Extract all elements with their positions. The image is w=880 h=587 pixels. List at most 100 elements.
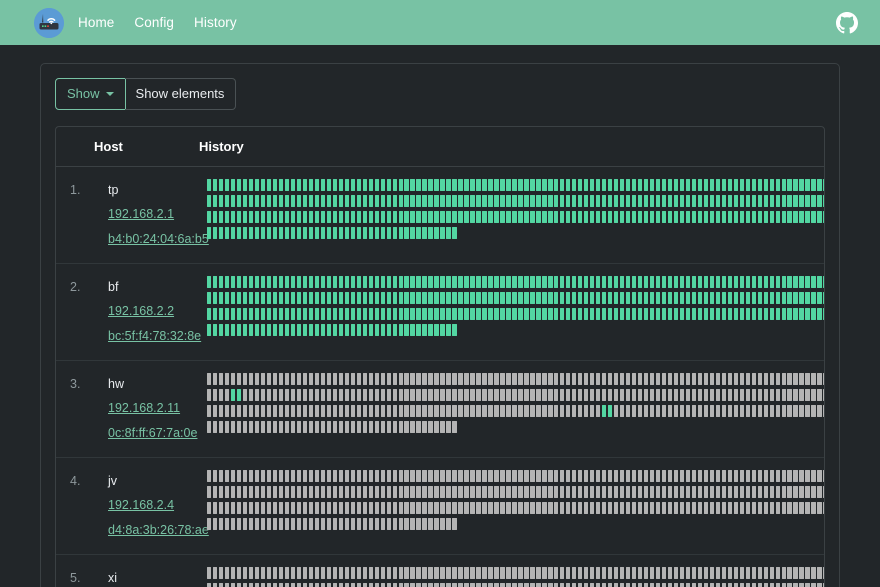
history-block-down[interactable] <box>374 486 379 498</box>
history-block-down[interactable] <box>715 373 721 385</box>
history-block-up[interactable] <box>350 292 356 304</box>
history-block-up[interactable] <box>667 276 673 288</box>
history-block-up[interactable] <box>566 308 571 320</box>
history-block-down[interactable] <box>530 373 535 385</box>
history-block-up[interactable] <box>242 276 248 288</box>
history-block-down[interactable] <box>278 405 284 417</box>
history-block-down[interactable] <box>410 567 415 579</box>
history-block-down[interactable] <box>494 583 499 587</box>
history-block-up[interactable] <box>398 179 403 191</box>
history-block-down[interactable] <box>667 567 673 579</box>
history-block-up[interactable] <box>578 292 583 304</box>
history-block-up[interactable] <box>368 276 373 288</box>
history-block-up[interactable] <box>745 195 750 207</box>
history-block-down[interactable] <box>524 405 529 417</box>
history-block-up[interactable] <box>410 324 415 336</box>
history-block-down[interactable] <box>260 567 266 579</box>
history-block-up[interactable] <box>482 308 487 320</box>
history-block-up[interactable] <box>380 227 385 239</box>
history-block-down[interactable] <box>260 421 266 433</box>
history-block-down[interactable] <box>613 567 619 579</box>
history-block-up[interactable] <box>494 308 499 320</box>
history-block-down[interactable] <box>422 389 427 401</box>
history-block-up[interactable] <box>631 292 637 304</box>
history-block-down[interactable] <box>667 373 673 385</box>
history-block-down[interactable] <box>218 518 224 530</box>
history-block-up[interactable] <box>290 308 296 320</box>
history-block-up[interactable] <box>236 276 242 288</box>
history-block-up[interactable] <box>727 179 733 191</box>
history-block-down[interactable] <box>613 486 619 498</box>
history-block-up[interactable] <box>350 324 356 336</box>
history-block-up[interactable] <box>380 324 385 336</box>
history-block-down[interactable] <box>404 373 409 385</box>
history-block-up[interactable] <box>416 324 421 336</box>
history-block-up[interactable] <box>661 276 667 288</box>
history-block-down[interactable] <box>290 583 296 587</box>
history-block-down[interactable] <box>721 389 727 401</box>
history-block-down[interactable] <box>314 502 320 514</box>
history-block-down[interactable] <box>763 583 768 587</box>
history-block-down[interactable] <box>769 373 774 385</box>
history-block-down[interactable] <box>266 421 272 433</box>
history-block-down[interactable] <box>518 389 523 401</box>
history-block-down[interactable] <box>548 502 553 514</box>
history-block-down[interactable] <box>350 486 356 498</box>
history-block-down[interactable] <box>272 567 278 579</box>
history-block-up[interactable] <box>386 227 391 239</box>
history-block-down[interactable] <box>452 389 457 401</box>
history-block-down[interactable] <box>637 502 643 514</box>
history-block-down[interactable] <box>787 373 792 385</box>
history-block-down[interactable] <box>218 373 224 385</box>
history-block-up[interactable] <box>607 179 613 191</box>
history-block-up[interactable] <box>703 292 709 304</box>
history-block-up[interactable] <box>248 292 254 304</box>
history-block-down[interactable] <box>787 583 792 587</box>
history-block-up[interactable] <box>619 292 625 304</box>
history-block-up[interactable] <box>338 276 344 288</box>
history-block-up[interactable] <box>248 227 254 239</box>
history-block-up[interactable] <box>661 195 667 207</box>
history-block-down[interactable] <box>422 421 427 433</box>
history-block-up[interactable] <box>631 276 637 288</box>
history-block-up[interactable] <box>787 276 792 288</box>
history-block-down[interactable] <box>721 502 727 514</box>
history-block-down[interactable] <box>817 373 822 385</box>
history-block-down[interactable] <box>655 470 661 482</box>
history-block-down[interactable] <box>560 470 565 482</box>
history-block-down[interactable] <box>643 567 649 579</box>
history-block-down[interactable] <box>254 583 260 587</box>
history-block-up[interactable] <box>685 211 691 223</box>
history-block-down[interactable] <box>637 486 643 498</box>
history-block-down[interactable] <box>590 583 595 587</box>
history-block-down[interactable] <box>661 486 667 498</box>
history-block-down[interactable] <box>218 502 224 514</box>
history-block-up[interactable] <box>332 324 338 336</box>
history-block-up[interactable] <box>350 211 356 223</box>
history-block-down[interactable] <box>548 567 553 579</box>
history-block-down[interactable] <box>326 502 332 514</box>
history-block-up[interactable] <box>272 276 278 288</box>
history-block-down[interactable] <box>416 470 421 482</box>
history-block-up[interactable] <box>745 276 750 288</box>
history-block-up[interactable] <box>440 276 445 288</box>
history-block-up[interactable] <box>715 292 721 304</box>
history-block-up[interactable] <box>805 292 810 304</box>
history-block-up[interactable] <box>745 308 750 320</box>
history-block-down[interactable] <box>823 470 824 482</box>
history-block-up[interactable] <box>422 324 427 336</box>
history-block-down[interactable] <box>242 502 248 514</box>
history-block-down[interactable] <box>332 470 338 482</box>
history-block-down[interactable] <box>362 389 367 401</box>
history-block-down[interactable] <box>703 486 709 498</box>
history-block-down[interactable] <box>488 373 493 385</box>
history-block-down[interactable] <box>410 405 415 417</box>
history-block-up[interactable] <box>224 227 230 239</box>
history-block-down[interactable] <box>218 389 224 401</box>
history-block-down[interactable] <box>236 421 242 433</box>
history-block-up[interactable] <box>817 292 822 304</box>
history-block-down[interactable] <box>422 373 427 385</box>
history-block-up[interactable] <box>799 292 804 304</box>
history-block-down[interactable] <box>320 486 326 498</box>
history-block-down[interactable] <box>667 486 673 498</box>
